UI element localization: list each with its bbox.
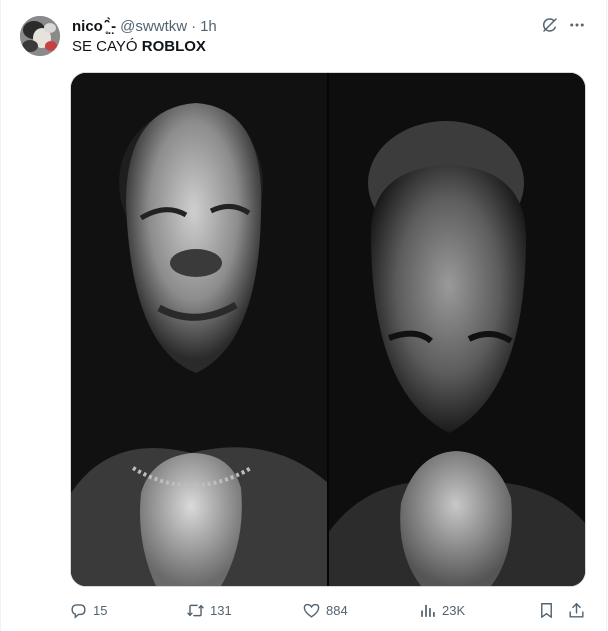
timestamp[interactable]: 1h <box>200 18 217 35</box>
more-icon[interactable] <box>566 14 588 36</box>
tweet-text: SE CAYÓ ROBLOX <box>72 37 206 57</box>
reply-icon <box>71 603 86 619</box>
media-photo <box>71 73 585 586</box>
avatar[interactable] <box>20 16 60 56</box>
timeline-border-left <box>0 0 1 631</box>
repost-count: 131 <box>210 602 232 618</box>
repost-icon <box>187 604 204 616</box>
reply-button[interactable]: 15 <box>69 598 107 622</box>
views-button[interactable]: 23K <box>418 598 465 622</box>
avatar-image <box>20 16 60 56</box>
share-button[interactable] <box>567 598 586 622</box>
like-icon <box>303 603 320 618</box>
timeline-border-right <box>606 0 607 631</box>
tweet-actions: 15 131 884 23K <box>0 598 608 622</box>
separator-dot: · <box>191 17 197 35</box>
user-handle[interactable]: @swwtkw <box>120 18 187 35</box>
tweet-header: nico ̥̑̂ ̤̀- @swwtkw · 1h <box>72 16 217 36</box>
views-count: 23K <box>442 602 466 618</box>
repost-button[interactable]: 131 <box>186 598 232 622</box>
tweet-text-prefix: SE CAYÓ <box>72 38 142 55</box>
tweet-text-bold: ROBLOX <box>141 38 206 55</box>
display-name[interactable]: nico ̥̑̂ ̤̀- <box>72 18 116 35</box>
media-image[interactable] <box>70 72 586 587</box>
bookmark-button[interactable] <box>537 598 556 622</box>
reply-count: 15 <box>93 602 108 618</box>
share-icon <box>569 602 584 618</box>
views-icon <box>421 604 435 617</box>
grok-icon[interactable] <box>539 14 561 36</box>
like-count: 884 <box>326 602 348 618</box>
bookmark-icon <box>541 602 552 618</box>
like-button[interactable]: 884 <box>302 598 348 622</box>
